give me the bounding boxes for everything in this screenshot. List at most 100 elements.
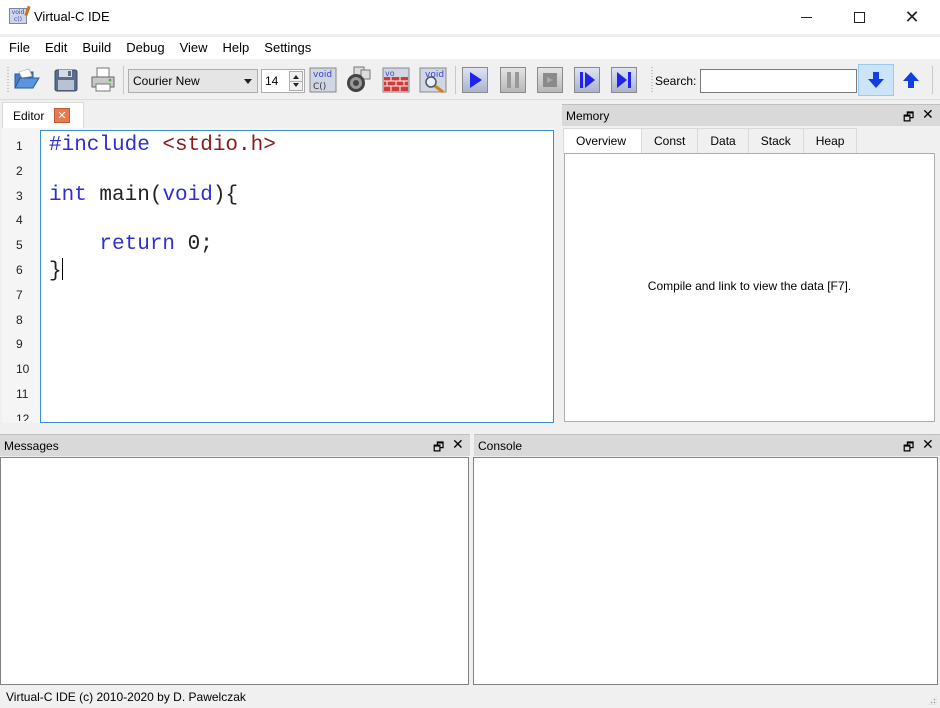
close-tab-icon[interactable]: ✕ <box>54 108 70 123</box>
code-token: 0; <box>175 233 213 257</box>
close-panel-icon[interactable]: ✕ <box>452 437 464 453</box>
save-icon[interactable] <box>52 66 80 94</box>
code-line: return 0; <box>49 233 213 257</box>
step-into-icon <box>580 72 595 88</box>
status-bar: Virtual-C IDE (c) 2010-2020 by D. Pawelc… <box>0 686 940 708</box>
compile-icon[interactable]: void C() <box>309 66 337 94</box>
search-label: Search: <box>655 74 697 88</box>
search-input[interactable] <box>700 69 857 93</box>
line-number: 6 <box>16 263 23 277</box>
tab-heap[interactable]: Heap <box>802 128 858 153</box>
code-line: } <box>49 258 63 283</box>
keyword-token: return <box>99 233 176 257</box>
menu-build[interactable]: Build <box>73 37 117 59</box>
float-panel-icon[interactable]: 🗗 <box>903 438 914 459</box>
stop-icon <box>543 73 557 87</box>
settings-gear-icon[interactable] <box>344 66 372 94</box>
line-number: 11 <box>16 387 29 401</box>
preprocessor-token: #include <box>49 134 163 157</box>
code-line: #include <stdio.h> <box>49 134 276 157</box>
pause-button[interactable] <box>500 67 526 93</box>
close-icon: ✕ <box>904 6 920 28</box>
search-next-button[interactable] <box>858 64 894 96</box>
console-pane[interactable] <box>473 457 938 685</box>
code-editor: 1 2 3 4 5 6 7 8 9 10 11 12 #include <stdio.h> int ma… <box>2 128 554 423</box>
menu-file[interactable]: File <box>0 37 36 59</box>
line-number: 10 <box>16 362 30 377</box>
memory-message: Compile and link to view the data [F7]. <box>647 279 852 293</box>
print-icon[interactable] <box>89 66 117 94</box>
toolbar-separator <box>455 66 456 94</box>
font-family-select[interactable]: Courier New <box>128 69 258 93</box>
run-button[interactable] <box>462 67 488 93</box>
toolbar-separator <box>932 66 933 94</box>
menu-bar: File Edit Build Debug View Help Settings <box>0 37 940 59</box>
toolbar-grip[interactable] <box>7 66 9 94</box>
menu-view[interactable]: View <box>171 37 214 59</box>
window-title: Virtual-C IDE <box>34 9 110 24</box>
step-over-button[interactable] <box>611 67 637 93</box>
line-number: 12 <box>16 411 30 421</box>
build-wall-icon[interactable]: vo <box>382 66 410 94</box>
search-toolbar-grip[interactable] <box>651 66 653 94</box>
maximize-button[interactable] <box>836 0 882 34</box>
float-panel-icon[interactable]: 🗗 <box>903 108 914 129</box>
messages-panel-title: Messages <box>4 439 59 453</box>
tab-const[interactable]: Const <box>641 128 699 153</box>
memory-panel-header: Memory 🗗 ✕ <box>562 104 940 126</box>
code-text-area[interactable]: #include <stdio.h> int main(void){ return… <box>40 130 554 423</box>
keyword-token: int <box>49 183 87 207</box>
chevron-down-icon <box>244 79 252 84</box>
line-number: 1 <box>16 139 23 153</box>
tab-editor[interactable]: Editor ✕ <box>2 102 84 128</box>
font-family-value: Courier New <box>133 74 200 88</box>
close-panel-icon[interactable]: ✕ <box>922 437 934 453</box>
tab-data[interactable]: Data <box>697 128 749 153</box>
search-prev-button[interactable] <box>896 64 926 96</box>
line-number: 9 <box>16 337 23 352</box>
minimize-button[interactable] <box>783 0 829 34</box>
line-number-gutter: 1 2 3 4 5 6 7 8 9 10 11 12 <box>2 128 40 421</box>
editor-tab-label: Editor <box>13 109 45 123</box>
line-number: 3 <box>16 188 23 203</box>
svg-text:vo: vo <box>385 69 395 78</box>
tab-overview[interactable]: Overview <box>563 128 643 154</box>
console-panel-title: Console <box>478 439 523 453</box>
title-bar: void c() Virtual-C IDE ✕ <box>0 0 940 34</box>
analyze-icon[interactable]: void <box>419 66 447 94</box>
menu-edit[interactable]: Edit <box>36 37 73 59</box>
code-token: ){ <box>212 183 239 207</box>
line-number: 8 <box>16 312 23 327</box>
stop-button[interactable] <box>537 67 563 93</box>
tab-stack[interactable]: Stack <box>747 128 804 153</box>
menu-debug[interactable]: Debug <box>117 37 170 59</box>
menu-settings[interactable]: Settings <box>255 37 317 59</box>
close-button[interactable]: ✕ <box>889 0 935 34</box>
float-panel-icon[interactable]: 🗗 <box>433 438 444 459</box>
run-icon <box>470 72 482 88</box>
minimize-icon <box>800 16 812 18</box>
messages-panel-header: Messages 🗗 ✕ <box>0 434 470 456</box>
spin-buttons[interactable] <box>289 71 303 91</box>
font-size-spinbox[interactable]: 14 <box>261 69 305 93</box>
svg-text:C(): C() <box>313 82 326 92</box>
console-panel-header: Console 🗗 ✕ <box>474 434 940 456</box>
code-token: } <box>49 260 62 283</box>
close-panel-icon[interactable]: ✕ <box>922 107 934 123</box>
status-text: Virtual-C IDE (c) 2010-2020 by D. Pawelc… <box>6 690 246 704</box>
spin-down-icon[interactable] <box>293 83 299 87</box>
messages-pane <box>0 457 469 685</box>
memory-tabs: Overview Const Data Stack Heap <box>563 128 858 154</box>
step-into-button[interactable] <box>574 67 600 93</box>
maximize-icon <box>853 11 865 23</box>
keyword-token: void <box>162 183 213 207</box>
svg-text:void: void <box>313 70 332 80</box>
arrow-down-icon <box>868 72 884 88</box>
spin-up-icon[interactable] <box>293 75 299 79</box>
line-number: 7 <box>16 287 23 302</box>
resize-grip-icon[interactable] <box>927 695 937 705</box>
menu-help[interactable]: Help <box>214 37 256 59</box>
open-icon[interactable] <box>13 66 41 94</box>
text-caret <box>61 258 63 280</box>
code-token: main( <box>86 183 163 207</box>
